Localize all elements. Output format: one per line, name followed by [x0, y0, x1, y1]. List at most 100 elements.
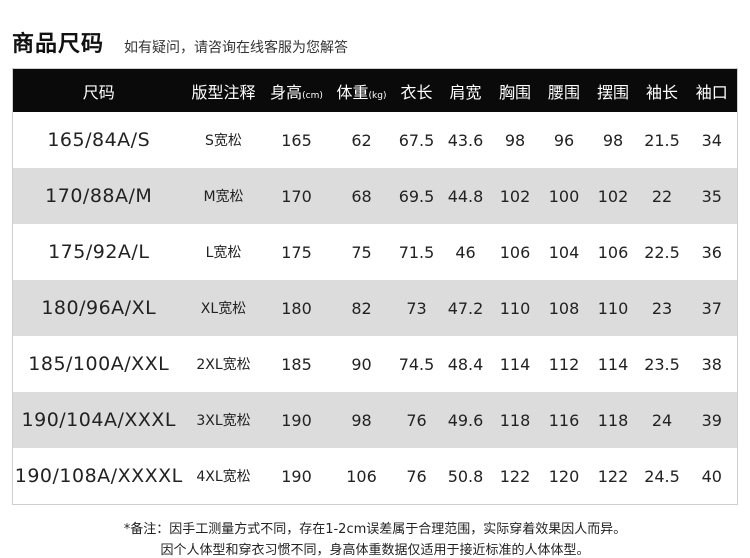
measurement-cell: 69.5 — [392, 168, 441, 224]
measurement-cell: 112 — [548, 354, 580, 374]
table-row: 165/84A/S S宽松 165 62 67.5 43.6 98 96 98 21.5 34 — [13, 112, 738, 168]
measurement-cell: 98 — [602, 130, 624, 150]
measurement-cell: 102 — [490, 168, 540, 224]
measurement-cell: 74.5 — [398, 354, 435, 374]
measurement-cell: 47.2 — [440, 280, 491, 336]
size-cell: 185/100A/XXL — [28, 353, 170, 375]
measurement-cell: 44.8 — [440, 168, 491, 224]
measurement-cell: 36 — [701, 242, 722, 262]
measurement-cell: 122 — [499, 466, 531, 486]
column-header-label: 衣长 — [400, 82, 433, 102]
measurement-cell: 90 — [351, 354, 372, 374]
size-cell: 175/92A/L — [48, 241, 150, 263]
column-header: 肩宽 — [440, 68, 491, 112]
measurement-cell: 34 — [701, 130, 722, 150]
note-line-2: 因个人体型和穿衣习惯不同，身高体重数据仅适用于接近标准的人体体型。 — [160, 543, 590, 558]
measurement-cell: 100 — [539, 168, 589, 224]
measurement-cell: 190 — [262, 392, 331, 448]
fit-cell: S宽松 — [205, 133, 242, 149]
measurement-cell: 170 — [262, 168, 331, 224]
fit-cell: 4XL宽松 — [196, 469, 251, 485]
measurement-cell: 120 — [548, 466, 580, 486]
measurement-cell: 48.4 — [447, 354, 484, 374]
measurement-cell: 96 — [553, 130, 575, 150]
measurement-cell: 98 — [504, 130, 526, 150]
column-header-label: 版型注释 — [191, 82, 256, 102]
page-title: 商品尺码 — [12, 32, 105, 57]
measurement-cell: 39 — [686, 392, 738, 448]
column-header-label: 体重 — [336, 82, 369, 102]
column-header-label: 肩宽 — [449, 82, 482, 102]
measurement-cell: 23.5 — [644, 354, 680, 374]
page-subtitle: 如有疑问，请咨询在线客服为您解答 — [124, 40, 349, 56]
measurement-cell: 106 — [597, 242, 629, 262]
measurement-cell: 82 — [330, 280, 393, 336]
column-header-label: 腰围 — [547, 82, 580, 102]
table-row: 180/96A/XL XL宽松 180 82 73 47.2 110 108 110 23 37 — [12, 280, 738, 336]
column-header: 胸围 — [490, 68, 540, 112]
measurement-cell: 68 — [330, 168, 393, 224]
measurement-cell: 76 — [392, 392, 441, 448]
measurement-cell: 49.6 — [440, 392, 491, 448]
measurement-cell: 106 — [346, 466, 377, 486]
column-header: 版型注释 — [184, 68, 263, 112]
measurement-cell: 43.6 — [447, 130, 484, 150]
measurement-cell: 73 — [392, 280, 441, 336]
table-row: 190/104A/XXXL 3XL宽松 190 98 76 49.6 118 116 118 24… — [12, 392, 738, 448]
column-header: 腰围 — [539, 68, 589, 112]
column-header: 袖长 — [637, 68, 687, 112]
measurement-cell: 71.5 — [398, 242, 435, 262]
measurement-cell: 114 — [597, 354, 629, 374]
fit-cell: 2XL宽松 — [196, 357, 251, 373]
measurement-cell: 190 — [281, 466, 312, 486]
table-row: 190/108A/XXXXL 4XL宽松 190 106 76 50.8 122 120 122… — [13, 448, 738, 505]
measurement-cell: 118 — [490, 392, 540, 448]
measurement-cell: 175 — [281, 242, 312, 262]
size-cell: 190/108A/XXXXL — [14, 465, 183, 487]
fit-cell: L宽松 — [205, 245, 242, 261]
measurement-cell: 23 — [637, 280, 687, 336]
measurement-cell: 50.8 — [447, 466, 484, 486]
column-header: 体重(kg) — [330, 68, 393, 112]
measurement-cell: 40 — [701, 466, 722, 486]
column-header: 身高(cm) — [262, 68, 331, 112]
column-header: 尺码 — [12, 68, 185, 112]
table-body: 165/84A/S S宽松 165 62 67.5 43.6 98 96 98 21.5 34 170… — [12, 112, 738, 505]
column-header: 袖口 — [686, 68, 738, 112]
table-header-row: 尺码 版型注释 身高(cm) 体重(kg) 衣长 肩宽 胸围 腰围 摆围 袖长 袖口 — [12, 68, 738, 112]
measurement-cell: 104 — [548, 242, 580, 262]
page-header: 商品尺码 如有疑问，请咨询在线客服为您解答 — [12, 26, 348, 60]
measurement-cell: 110 — [490, 280, 540, 336]
measurement-cell: 102 — [588, 168, 638, 224]
measurement-cell: 75 — [351, 242, 372, 262]
column-header-label: 摆围 — [596, 82, 629, 102]
measurement-cell: 165 — [281, 130, 312, 150]
measurement-cell: 114 — [499, 354, 531, 374]
size-cell: 180/96A/XL — [12, 280, 185, 336]
column-header: 摆围 — [588, 68, 638, 112]
table-row: 185/100A/XXL 2XL宽松 185 90 74.5 48.4 114 112 114 2… — [13, 336, 738, 392]
measurement-cell: 24 — [637, 392, 687, 448]
note-line-1: *备注：因手工测量方式不同，存在1-2cm误差属于合理范围，实际穿着效果因人而异… — [123, 522, 627, 537]
measurement-cell: 98 — [330, 392, 393, 448]
measurement-cell: 62 — [351, 130, 372, 150]
size-cell: 170/88A/M — [12, 168, 185, 224]
measurement-cell: 22.5 — [644, 242, 680, 262]
measurement-cell: 122 — [597, 466, 629, 486]
fit-cell: XL宽松 — [184, 280, 263, 336]
measurement-cell: 38 — [701, 354, 722, 374]
column-header-label: 尺码 — [82, 82, 115, 102]
size-chart-table: 尺码 版型注释 身高(cm) 体重(kg) 衣长 肩宽 胸围 腰围 摆围 袖长 袖口 165/84A… — [12, 68, 738, 505]
measurement-cell: 67.5 — [398, 130, 435, 150]
measurement-cell: 118 — [588, 392, 638, 448]
column-header-label: 胸围 — [498, 82, 531, 102]
measurement-cell: 76 — [406, 466, 427, 486]
size-cell: 190/104A/XXXL — [12, 392, 185, 448]
table-row: 170/88A/M M宽松 170 68 69.5 44.8 102 100 102 22 35 — [12, 168, 738, 224]
measurement-cell: 46 — [455, 242, 476, 262]
column-header-unit: (kg) — [368, 90, 387, 101]
measurement-cell: 21.5 — [644, 130, 680, 150]
column-header-label: 袖口 — [695, 82, 728, 102]
size-cell: 165/84A/S — [47, 129, 151, 151]
column-header-unit: (cm) — [302, 90, 323, 101]
